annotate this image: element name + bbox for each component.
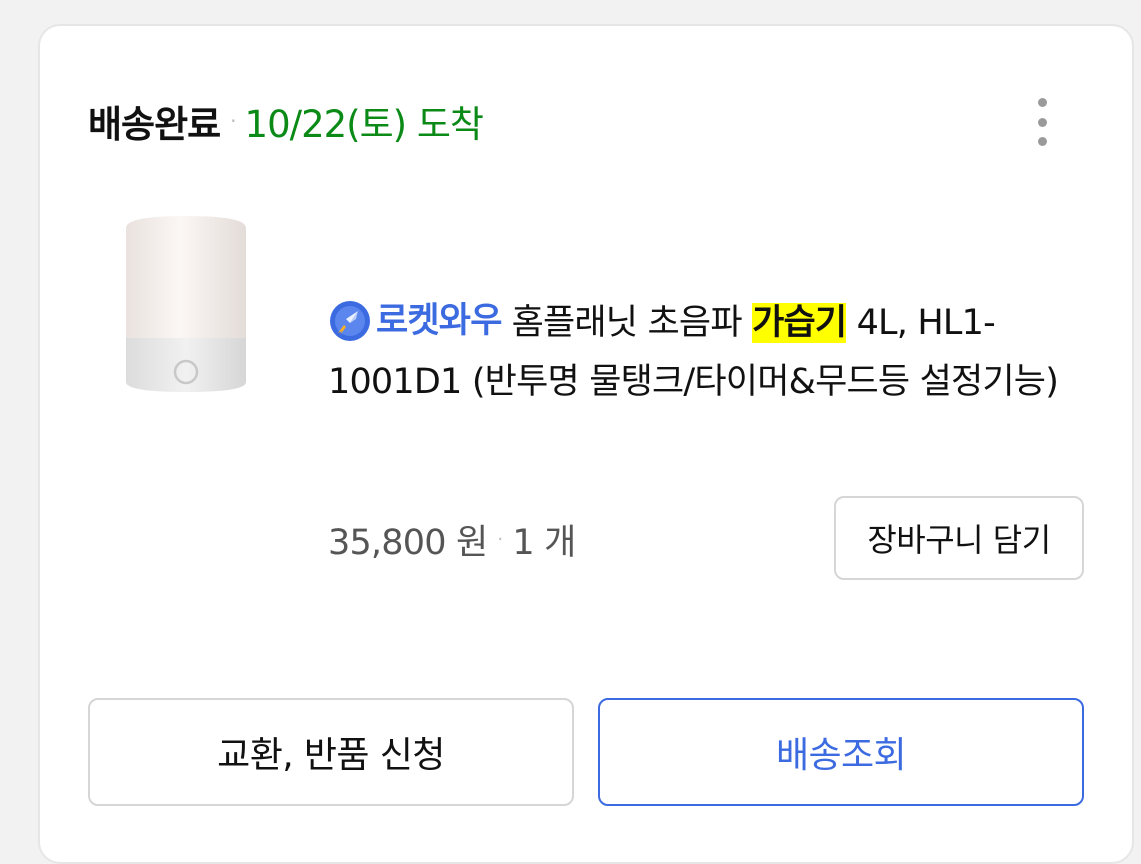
order-card: 배송완료 · 10/22(토) 도착 로켓와우 홈플래닛 초음파 가습기 4L,…	[38, 24, 1134, 864]
rocket-icon	[330, 301, 370, 341]
product-price: 35,800 원	[328, 523, 488, 563]
more-dot	[1037, 137, 1047, 146]
product-quantity: 1 개	[512, 523, 576, 563]
search-highlight: 가습기	[752, 303, 847, 343]
more-dot	[1037, 98, 1047, 107]
rocket-wow-badge: 로켓와우	[328, 292, 502, 350]
product-image[interactable]	[122, 212, 250, 396]
status-separator: ·	[230, 109, 237, 133]
price-separator: ·	[497, 529, 503, 550]
rocket-wow-label: 로켓와우	[376, 301, 502, 341]
delivery-date: 10/22(토) 도착	[244, 103, 484, 146]
product-title-text: 홈플래닛 초음파	[511, 303, 753, 343]
price-row: 35,800 원 · 1 개	[328, 514, 576, 565]
order-status-row: 배송완료 · 10/22(토) 도착	[88, 96, 484, 146]
more-dot	[1037, 117, 1047, 127]
more-options-icon[interactable]	[1028, 94, 1056, 150]
delivery-status: 배송완료	[88, 103, 221, 146]
exchange-return-button[interactable]: 교환, 반품 신청	[88, 698, 574, 806]
humidifier-icon	[126, 216, 246, 392]
product-title[interactable]: 로켓와우 홈플래닛 초음파 가습기 4L, HL1-1001D1 (반투명 물탱…	[328, 294, 1088, 411]
track-delivery-button[interactable]: 배송조회	[598, 698, 1084, 806]
add-to-cart-button[interactable]: 장바구니 담기	[834, 496, 1084, 580]
